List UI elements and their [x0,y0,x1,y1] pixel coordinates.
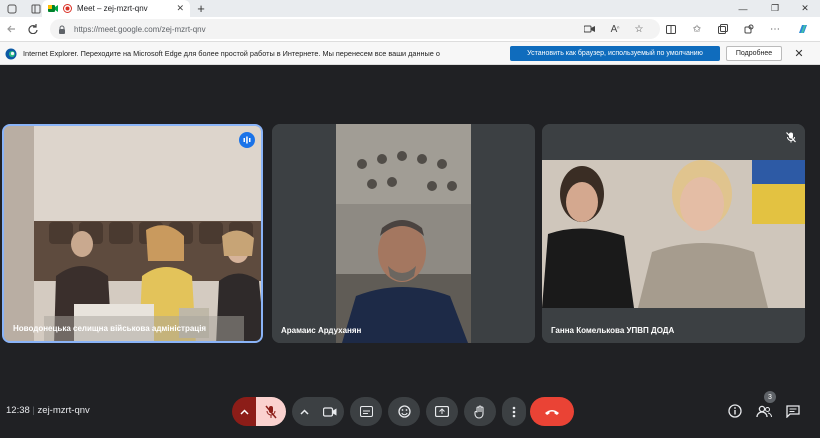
participant-tile-2[interactable]: Арамаис Ардуханян [272,124,535,343]
chevron-up-icon [299,408,309,415]
recording-icon [63,4,72,13]
collections-icon[interactable] [712,17,734,41]
mic-off-icon [265,405,277,419]
video-feed-3 [542,124,805,343]
learn-more-button[interactable]: Подробнее [726,46,782,61]
chat-icon [786,404,800,418]
tab-close-icon[interactable]: ✕ [176,3,184,14]
url-text: https://meet.google.com/zej-mzrt-qnv [74,24,206,34]
read-aloud-icon[interactable]: Aⁿ [604,17,626,41]
meeting-info: 12:38 | zej-mzrt-qnv [6,405,90,416]
people-button[interactable]: 3 [753,391,776,422]
present-icon [435,406,449,417]
meeting-code: zej-mzrt-qnv [37,405,90,416]
more-options-button[interactable] [502,397,526,426]
tab-meet[interactable]: Meet – zej-mzrt-qnv ✕ [42,0,190,17]
captions-button[interactable] [350,397,382,426]
more-vertical-icon [512,406,516,418]
participant-tile-1[interactable]: Новодонецька селищна військова адміністр… [2,124,263,343]
info-icon [728,404,742,418]
participant-name-3: Ганна Комелькова УПВП ДОДА [551,326,675,335]
video-feed-1 [4,126,261,341]
chevron-up-icon [239,408,249,415]
emoji-icon [397,405,411,418]
participant-name-1: Новодонецька селищна військова адміністр… [13,324,207,333]
restore-icon[interactable]: ❐ [760,0,790,17]
favorites-icon[interactable]: ✩ [686,17,708,41]
raise-hand-button[interactable] [464,397,496,426]
lock-icon [58,25,66,34]
info-bar-close-icon[interactable]: ✕ [792,45,806,61]
info-bar-message: Internet Explorer. Переходите на Microso… [23,49,440,58]
hand-icon [474,404,486,419]
address-bar[interactable]: https://meet.google.com/zej-mzrt-qnv [50,19,660,39]
end-call-button[interactable] [530,397,574,426]
browser-profile-icon[interactable] [0,0,24,17]
captions-icon [359,406,373,417]
camera-permission-icon[interactable] [578,17,600,41]
more-options-icon[interactable]: ⋯ [764,17,786,41]
video-options-button[interactable] [292,397,316,426]
microphone-toggle-button[interactable] [256,397,286,426]
camera-icon [323,406,337,417]
participant-count-badge: 3 [764,391,776,403]
back-icon[interactable] [0,17,22,41]
window-close-icon[interactable]: ✕ [790,0,820,17]
meet-favicon-icon [48,4,58,13]
hang-up-icon [544,408,560,416]
speaking-indicator [239,132,255,148]
participant-name-2: Арамаис Ардуханян [281,326,362,335]
people-icon [756,405,772,418]
minimize-icon[interactable]: — [728,0,758,17]
participant-muted-icon [786,132,796,143]
meeting-time: 12:38 [6,405,30,416]
audio-options-button[interactable] [232,397,256,426]
present-screen-button[interactable] [426,397,458,426]
split-screen-icon[interactable] [660,17,682,41]
new-tab-button[interactable]: + [194,0,208,17]
favorite-icon[interactable]: ☆ [628,17,650,41]
camera-toggle-button[interactable] [316,397,344,426]
meeting-details-button[interactable] [724,400,746,422]
refresh-icon[interactable] [22,17,44,41]
edge-logo-icon [5,48,17,60]
chat-button[interactable] [782,400,804,422]
video-feed-2 [272,124,535,343]
extensions-icon[interactable] [738,17,760,41]
copilot-icon[interactable] [792,17,814,41]
reactions-button[interactable] [388,397,420,426]
set-default-browser-button[interactable]: Установить как браузер, используемый по … [510,46,720,61]
participant-tile-3[interactable]: Ганна Комелькова УПВП ДОДА [542,124,805,343]
tab-title: Meet – zej-mzrt-qnv [77,4,148,13]
